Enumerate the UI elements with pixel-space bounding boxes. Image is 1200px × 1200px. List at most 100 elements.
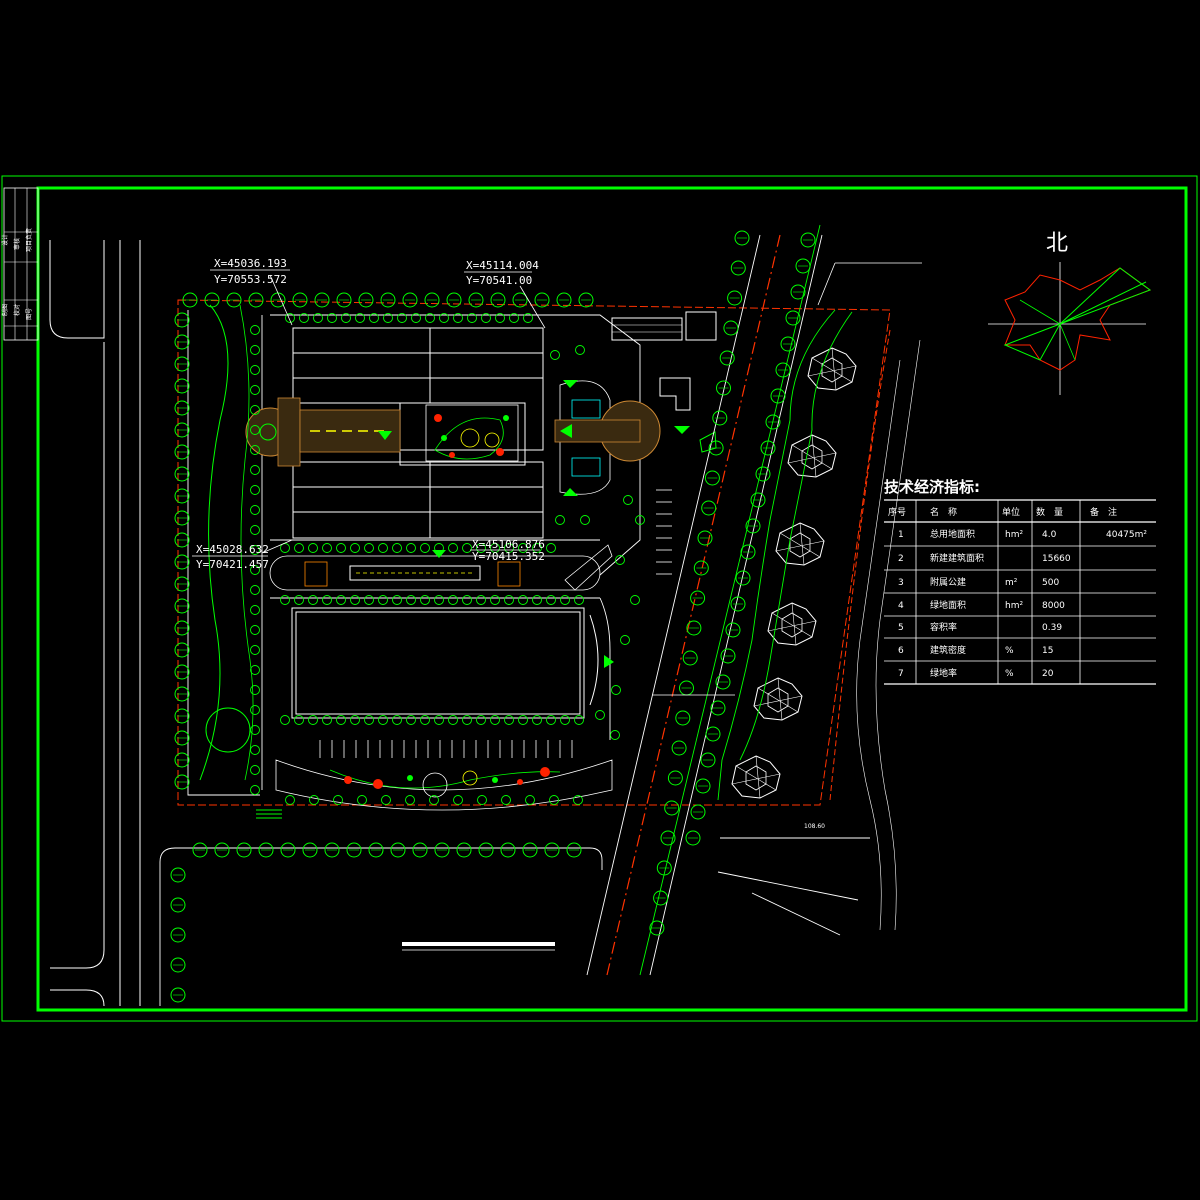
tree-symbol: [462, 715, 472, 725]
tree-symbol: [378, 715, 388, 725]
tree-symbol: [546, 715, 556, 725]
scale-bar: [402, 942, 555, 951]
sheet-frame: [1, 175, 1198, 1022]
tree-symbol: [174, 708, 190, 724]
east-entrance-plaza: [554, 380, 690, 496]
tree-symbol: [308, 543, 318, 553]
tree-symbol: [478, 842, 494, 858]
table-cell-qty: 15: [1042, 646, 1053, 656]
tree-symbol: [544, 842, 560, 858]
central-courtyard: [425, 404, 519, 462]
table-cell-unit: m²: [1005, 578, 1018, 588]
tree-symbol: [574, 715, 584, 725]
tree-symbol: [174, 422, 190, 438]
tree-symbol: [660, 830, 676, 846]
tree-symbol: [574, 595, 584, 605]
tree-symbol: [575, 345, 585, 355]
tree-symbol: [501, 795, 511, 805]
tree-symbol: [723, 320, 739, 336]
tree-symbol: [174, 378, 190, 394]
tree-symbol: [174, 576, 190, 592]
tree-symbol: [476, 715, 486, 725]
tree-symbol: [555, 515, 565, 525]
tree-symbol: [174, 400, 190, 416]
table-cell-name: 绿地率: [930, 667, 957, 679]
tree-symbol: [730, 260, 746, 276]
tree-symbol: [595, 710, 605, 720]
tree-symbol: [653, 890, 669, 906]
tree-symbol: [690, 590, 706, 606]
tree-symbol: [682, 650, 698, 666]
tree-symbol: [675, 710, 691, 726]
title-block-cell-6: 图号: [26, 308, 33, 320]
tree-symbol: [800, 232, 816, 248]
tree-symbol: [446, 292, 462, 308]
tree-symbol: [174, 510, 190, 526]
tree-symbol: [294, 543, 304, 553]
tree-symbol: [250, 765, 260, 775]
tree-symbol: [734, 230, 750, 246]
table-header-name: 名 称: [930, 506, 957, 518]
tree-symbol: [250, 365, 260, 375]
tree-symbol: [358, 292, 374, 308]
tree-symbol: [174, 664, 190, 680]
tree-symbol: [174, 620, 190, 636]
tree-symbol: [402, 292, 418, 308]
coord-3-y: Y=70421.457: [196, 558, 269, 571]
tree-symbol: [250, 485, 260, 495]
tree-symbol: [350, 715, 360, 725]
tree-symbol: [392, 543, 402, 553]
tree-symbol: [740, 544, 756, 560]
tree-symbol: [730, 596, 746, 612]
tree-symbol: [170, 987, 186, 1003]
tree-symbol: [314, 292, 330, 308]
tree-symbol: [649, 920, 665, 936]
title-block: 设计 审核 项目负责 制图 校对 图号: [1, 187, 39, 341]
tree-symbol: [302, 842, 318, 858]
tree-symbol: [715, 674, 731, 690]
tree-symbol: [623, 495, 633, 505]
tree-symbol: [500, 842, 516, 858]
tree-symbol: [679, 680, 694, 696]
tree-symbol: [560, 595, 570, 605]
tree-symbol: [250, 665, 260, 675]
tree-symbol: [420, 595, 430, 605]
tree-symbol: [701, 500, 717, 516]
tree-symbol: [364, 595, 374, 605]
table-cell-name: 新建建筑面积: [930, 552, 984, 564]
table-rows: 1 总用地面积 hm² 4.0 40475m²2 新建建筑面积 156603 附属公建 m² 50…: [898, 528, 1147, 679]
tree-symbol: [490, 595, 500, 605]
tree-symbol: [448, 715, 458, 725]
north-label: 北: [1046, 231, 1068, 256]
coord-2-x: X=45114.004: [466, 259, 539, 272]
title-block-cell-2: 审核: [13, 238, 21, 250]
tree-symbol: [350, 595, 360, 605]
tree-symbol: [250, 505, 260, 515]
tree-symbol: [174, 730, 190, 746]
tree-symbol: [294, 715, 304, 725]
tree-symbol: [392, 595, 402, 605]
tree-symbol: [322, 595, 332, 605]
tree-symbol: [610, 730, 620, 740]
tree-symbol: [686, 620, 702, 636]
table-cell-qty: 0.39: [1042, 623, 1062, 633]
tree-symbol: [685, 830, 701, 846]
table-cell-no: 6: [898, 646, 904, 656]
tree-symbol: [250, 785, 260, 795]
coord-4-y: Y=70415.352: [472, 550, 545, 563]
title-block-cell-5: 校对: [13, 304, 21, 316]
table-cell-unit: hm²: [1005, 601, 1023, 611]
table-cell-name: 建筑密度: [930, 644, 966, 656]
tree-symbol: [448, 595, 458, 605]
tree-symbol: [566, 842, 582, 858]
tree-symbol: [462, 543, 472, 553]
tree-symbol: [170, 867, 186, 883]
table-cell-qty: 20: [1042, 669, 1054, 679]
tree-symbol: [174, 466, 190, 482]
tree-symbol: [448, 543, 458, 553]
tree-symbol: [704, 470, 720, 486]
tree-symbol: [226, 292, 242, 308]
tree-symbol: [405, 795, 415, 805]
south-building: [291, 607, 614, 719]
tree-symbol: [364, 543, 374, 553]
